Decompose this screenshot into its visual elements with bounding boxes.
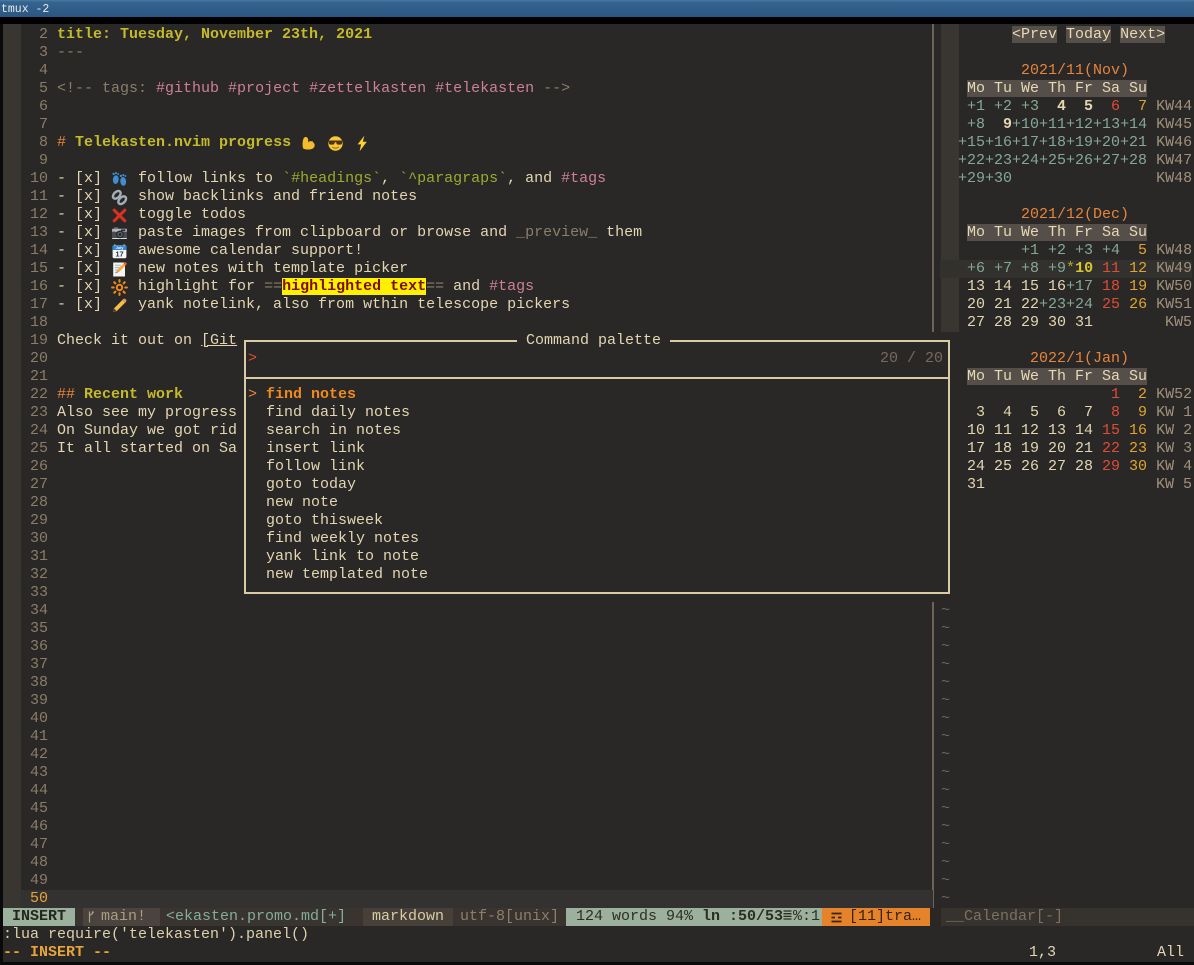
svg-text:17: 17 xyxy=(115,250,123,259)
